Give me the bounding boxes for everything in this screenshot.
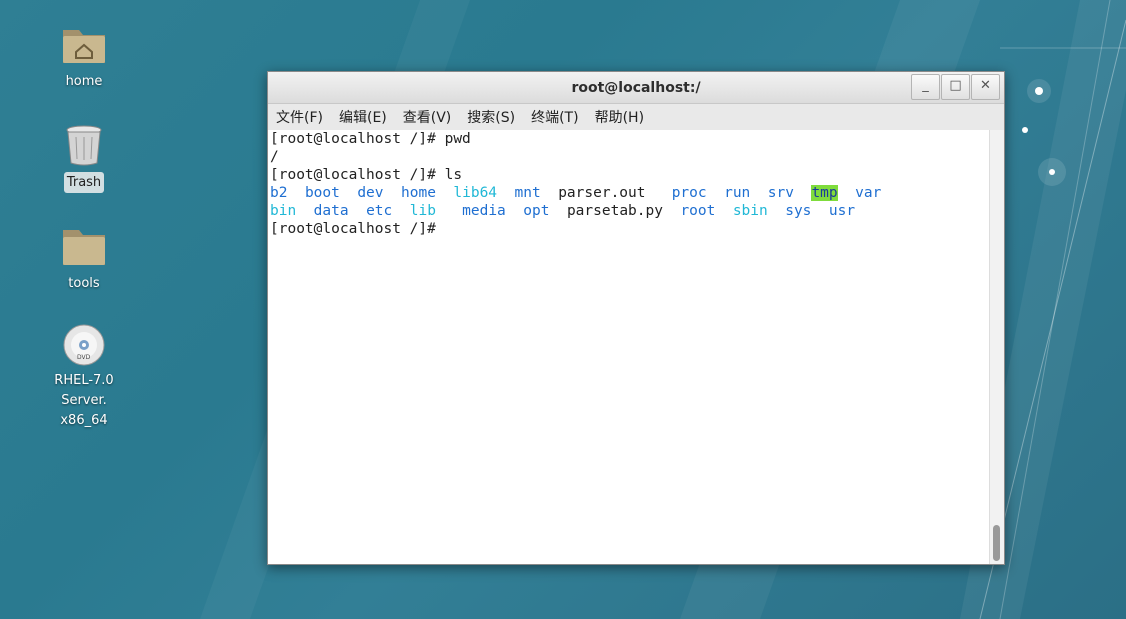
ls-entry: boot <box>304 185 340 201</box>
ls-entry: dev <box>357 185 384 201</box>
ls-entry: opt <box>523 203 550 219</box>
ls-entry: lib <box>409 203 436 219</box>
ls-entry: parsetab.py <box>566 203 663 219</box>
ls-entry: etc <box>366 203 393 219</box>
ls-entry: var <box>855 185 882 201</box>
desktop-icon-label: tools <box>68 276 100 291</box>
ls-entry: lib64 <box>453 185 498 201</box>
desktop-icon-home[interactable]: home <box>29 22 139 92</box>
terminal-scrollbar[interactable] <box>989 130 1004 564</box>
terminal-line: [root@localhost /]# pwd <box>270 131 471 147</box>
svg-text:DVD: DVD <box>77 354 91 361</box>
menu-view[interactable]: 查看(V) <box>403 107 452 127</box>
ls-entry: run <box>724 185 751 201</box>
trash-icon <box>66 125 102 166</box>
window-title: root@localhost:/ <box>571 80 701 96</box>
menu-file[interactable]: 文件(F) <box>276 107 323 127</box>
label-line-1: RHEL-7.0 Server. <box>54 373 114 408</box>
ls-row-2: bin data etc lib media opt parsetab.py r… <box>270 202 988 220</box>
ls-entry: media <box>462 203 506 219</box>
maximize-button[interactable]: □ <box>941 74 970 100</box>
desktop-icon-dvd[interactable]: DVD RHEL-7.0 Server. x86_64 <box>29 323 139 431</box>
dvd-icon: DVD <box>63 324 105 366</box>
terminal-line: / <box>270 149 279 165</box>
ls-entry: proc <box>671 185 707 201</box>
menu-terminal[interactable]: 终端(T) <box>531 107 578 127</box>
ls-entry: data <box>313 203 349 219</box>
terminal-prompt: [root@localhost /]# <box>270 221 445 237</box>
ls-entry: mnt <box>514 185 541 201</box>
desktop-icon-label: Trash <box>63 172 105 193</box>
close-button[interactable]: ✕ <box>971 74 1000 100</box>
window-titlebar[interactable]: root@localhost:/ _ □ ✕ <box>268 72 1004 104</box>
ls-entry: b2 <box>270 185 288 201</box>
menu-search[interactable]: 搜索(S) <box>467 107 515 127</box>
ls-row-1: b2 boot dev home lib64 mnt parser.out pr… <box>270 184 988 202</box>
ls-entry: root <box>680 203 716 219</box>
ls-entry: bin <box>270 203 297 219</box>
ls-entry: tmp <box>811 185 838 201</box>
ls-entry: sys <box>785 203 812 219</box>
terminal-line: [root@localhost /]# ls <box>270 167 463 183</box>
menu-bar: 文件(F) 编辑(E) 查看(V) 搜索(S) 终端(T) 帮助(H) <box>268 104 1004 130</box>
ls-entry: srv <box>767 185 794 201</box>
folder-icon <box>63 230 105 265</box>
terminal-output[interactable]: [root@localhost /]# pwd / [root@localhos… <box>268 130 990 564</box>
ls-entry: usr <box>828 203 856 219</box>
home-folder-icon <box>63 30 105 63</box>
desktop-icon-label: home <box>65 74 103 89</box>
ls-entry: parser.out <box>558 185 646 201</box>
label-line-2: x86_64 <box>60 413 108 428</box>
terminal-window[interactable]: root@localhost:/ _ □ ✕ 文件(F) 编辑(E) 查看(V)… <box>267 71 1005 565</box>
desktop-icon-trash[interactable]: Trash <box>29 123 139 193</box>
desktop-icon-label: RHEL-7.0 Server. x86_64 <box>29 371 139 431</box>
ls-entry: home <box>401 185 436 201</box>
menu-help[interactable]: 帮助(H) <box>595 107 644 127</box>
ls-entry: sbin <box>732 203 768 219</box>
desktop-icon-tools[interactable]: tools <box>29 224 139 294</box>
scrollbar-thumb[interactable] <box>993 525 1000 561</box>
menu-edit[interactable]: 编辑(E) <box>339 107 387 127</box>
minimize-button[interactable]: _ <box>911 74 940 100</box>
